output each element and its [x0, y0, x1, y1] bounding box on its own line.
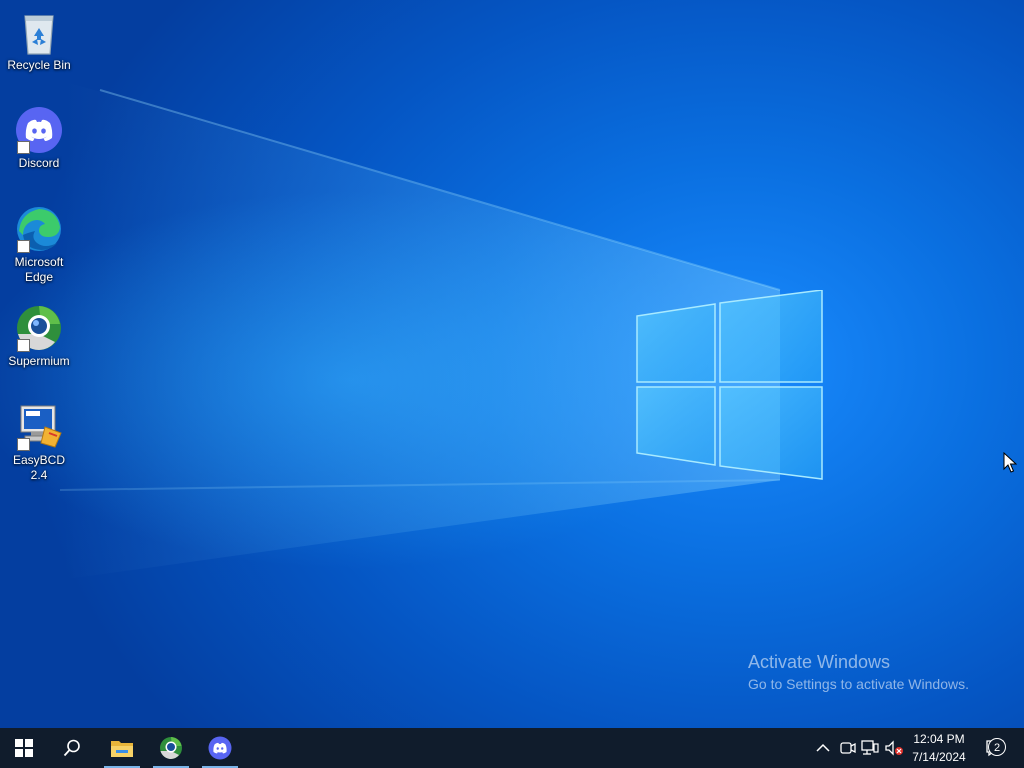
desktop-icon-discord[interactable]: Discord	[4, 106, 74, 171]
taskbar-file-explorer[interactable]	[102, 728, 142, 768]
network-icon[interactable]	[860, 738, 880, 758]
desktop-icon-recycle-bin[interactable]: Recycle Bin	[4, 8, 74, 73]
activate-subtitle: Go to Settings to activate Windows.	[748, 676, 969, 692]
clock-date: 7/14/2024	[912, 750, 966, 764]
taskbar-clock[interactable]: 12:04 PM 7/14/2024	[906, 730, 972, 766]
search-button[interactable]	[48, 728, 96, 768]
start-button[interactable]	[0, 728, 48, 768]
show-desktop-button[interactable]	[1018, 728, 1024, 768]
windows-start-icon	[15, 739, 33, 757]
volume-muted-icon[interactable]	[884, 738, 904, 758]
shortcut-arrow-icon	[17, 240, 30, 253]
desktop-icon-label: Recycle Bin	[7, 58, 71, 72]
taskbar-supermium[interactable]	[151, 728, 191, 768]
notification-count-badge: 2	[988, 738, 1006, 756]
file-explorer-icon	[111, 741, 133, 757]
mouse-cursor-icon	[1003, 452, 1017, 473]
desktop-icon-label: Microsoft Edge	[14, 255, 64, 284]
shortcut-arrow-icon	[17, 339, 30, 352]
taskbar-discord[interactable]	[200, 728, 240, 768]
activate-title: Activate Windows	[748, 652, 891, 672]
meet-now-icon[interactable]	[837, 738, 857, 758]
recycle-bin-icon	[24, 15, 54, 55]
shortcut-arrow-icon	[17, 141, 30, 154]
show-hidden-icons-chevron-icon[interactable]	[813, 738, 833, 758]
desktop[interactable]: Recycle Bin Discord Microsoft Edge Super…	[0, 0, 1024, 728]
desktop-icon-microsoft-edge[interactable]: Microsoft Edge	[4, 205, 74, 285]
activate-windows-watermark: Activate Windows Go to Settings to activ…	[748, 651, 969, 695]
desktop-icon-supermium[interactable]: Supermium	[4, 304, 74, 369]
clock-time: 12:04 PM	[913, 732, 965, 746]
desktop-icon-label: Supermium	[8, 354, 70, 368]
desktop-icon-easybcd[interactable]: EasyBCD 2.4	[4, 403, 74, 483]
desktop-icon-label: Discord	[18, 156, 60, 170]
taskbar: 12:04 PM 7/14/2024	[0, 728, 1024, 768]
desktop-icon-label: EasyBCD 2.4	[12, 453, 65, 482]
windows-logo	[636, 290, 823, 480]
supermium-icon	[160, 737, 182, 759]
shortcut-arrow-icon	[17, 438, 30, 451]
search-icon	[63, 739, 80, 757]
discord-icon	[208, 736, 232, 760]
